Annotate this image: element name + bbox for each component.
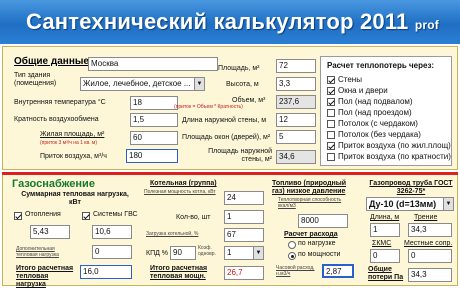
wall-length-label: Длина наружной стены, м [182, 117, 267, 124]
heatloss-item-label: Стены [338, 75, 362, 84]
heatloss-item-label: Потолок (с чердаком) [338, 119, 418, 128]
local-resist-output: 0 [408, 249, 452, 263]
calorific-label: Теплотворная способность ккал/м3 [278, 197, 342, 209]
app-title: Сантехнический калькулятор 2011 prof [26, 9, 439, 34]
pipe-title: Газопровод труба ГОСТ 3262-75* [369, 180, 453, 195]
outer-wall-area-output: 34,6 [276, 150, 316, 164]
area-label: Площадь, м² [218, 65, 260, 72]
kpd-input[interactable]: 90 [170, 246, 196, 260]
living-area-input[interactable]: 60 [130, 131, 178, 145]
coef-label: Коэф. одновр. [198, 245, 216, 257]
heatloss-checkbox[interactable] [327, 120, 335, 128]
total-power-output: 26,7 [224, 266, 264, 280]
gas-heading: Газоснабжение [12, 178, 95, 190]
boiler-power-label: Полезная мощность котла, кВт [144, 189, 216, 195]
outer-wall-area-label: Площадь наружной стены, м² [208, 148, 272, 163]
kpd-label: КПД % [146, 250, 169, 257]
heating-label: Отопления [25, 211, 61, 218]
heatloss-checkbox[interactable] [327, 131, 335, 139]
total-loss-output: 34,3 [408, 268, 452, 282]
length-input[interactable]: 1 [370, 223, 400, 237]
heatloss-title: Расчет теплопотерь через: [327, 61, 435, 70]
app-header: Сантехнический калькулятор 2011 prof [0, 0, 460, 44]
boiler-count-label: Кол-во, шт [176, 214, 211, 221]
local-sum-label: ΣКМС [372, 240, 392, 247]
friction-label: Трение [414, 214, 438, 221]
heatloss-checkbox[interactable] [327, 109, 335, 117]
heating-checkbox[interactable] [14, 212, 22, 220]
heatloss-item-label: Пол (над подвалом) [338, 97, 413, 106]
heatloss-checkbox[interactable] [327, 87, 335, 95]
local-resist-label: Местные сопр. [404, 240, 453, 247]
building-type-select[interactable]: Жилое, лечебное, детское ... ▼ [80, 77, 205, 91]
air-inflow-output: 180 [126, 149, 178, 163]
boiler-title: Котельная (группа) [150, 180, 217, 187]
living-area-label: Жилая площадь, м² [40, 131, 105, 138]
heatloss-checkbox[interactable] [327, 142, 335, 150]
heatloss-item-label: Приток воздуха (по кратности) [338, 152, 451, 161]
length-label: Длина, м [370, 214, 400, 221]
window-area-input[interactable]: 5 [276, 130, 316, 144]
air-exchange-input[interactable]: 1,5 [130, 113, 178, 127]
by-power-radio[interactable] [288, 252, 296, 260]
consumption-title: Расчет расхода [284, 231, 338, 238]
hws-label: Системы ГВС [93, 211, 138, 218]
calorific-input[interactable]: 8000 [298, 214, 348, 228]
heatloss-item-label: Окна и двери [338, 86, 388, 95]
inner-temp-label: Внутренняя температура °С [14, 99, 106, 106]
heatloss-item-label: Потолок (без чердака) [338, 130, 421, 139]
wall-length-input[interactable]: 12 [276, 113, 316, 127]
local-sum-input[interactable]: 0 [370, 249, 400, 263]
building-type-label: Тип здания (помещения) [14, 72, 57, 87]
by-load-label: по нагрузке [298, 240, 336, 247]
height-input[interactable]: 3,3 [276, 77, 316, 91]
air-inflow-label: Приток воздуха, м³/ч [40, 153, 107, 160]
app-edition: prof [414, 18, 439, 32]
extra-load-label: Дополнительная тепловая нагрузка [16, 246, 59, 258]
hourly-label: Часовой расход, н.м3/ч [276, 265, 315, 277]
boiler-count-input[interactable]: 1 [224, 210, 264, 224]
by-load-radio[interactable] [288, 241, 296, 249]
pipe-size-select[interactable]: Ду-10 (d=13мм) ▼ [366, 197, 454, 211]
heatloss-checkbox[interactable] [327, 153, 335, 161]
chevron-down-icon[interactable]: ▼ [253, 247, 263, 259]
hourly-output: 2,87 [322, 264, 354, 278]
hws-checkbox[interactable] [82, 212, 90, 220]
by-power-label: по мощности [298, 251, 341, 258]
area-input[interactable]: 72 [276, 59, 316, 73]
living-area-hint: (приток 3 м³/ч на 1 кв. м) [40, 140, 98, 146]
friction-output: 34,3 [408, 223, 452, 237]
air-exchange-label: Кратность воздухообмена [14, 116, 99, 123]
hws-load-output: 10,6 [92, 225, 132, 239]
volume-hint: (приток = Объем * Кратность) [174, 104, 243, 110]
chevron-down-icon[interactable]: ▼ [443, 198, 453, 210]
fuel-title: Топливо (природный газ) низкое давление [272, 180, 347, 195]
total-loss-label: Общие потери Па [368, 266, 404, 281]
window-area-label: Площадь окон (дверей), м² [182, 134, 271, 141]
coef-select[interactable]: 1 ▼ [224, 246, 264, 260]
general-heading: Общие данные [14, 56, 89, 67]
pipe-size-value: Ду-10 (d=13мм) [369, 199, 437, 209]
extra-load-input[interactable]: 0 [92, 245, 132, 259]
volume-output: 237,6 [276, 95, 316, 109]
coef-value: 1 [227, 248, 232, 257]
building-type-value: Жилое, лечебное, детское ... [83, 79, 191, 88]
city-input[interactable]: Москва [88, 57, 218, 71]
heatloss-item-label: Пол (над проездом) [338, 108, 412, 117]
boiler-load-output: 67 [224, 228, 264, 242]
total-calc-label: Итого расчетная тепловая нагрузка [16, 265, 74, 288]
heatloss-item-label: Приток воздуха (по жил.площ) [338, 141, 451, 150]
total-load-title: Суммарная тепловая нагрузка, кВт [21, 191, 129, 206]
heating-load-output: 5,43 [30, 225, 70, 239]
height-label: Высота, м [226, 81, 259, 88]
boiler-power-input[interactable]: 24 [224, 191, 264, 205]
section-divider [2, 172, 458, 175]
total-power-label: Итого расчетная тепловая мощн. [150, 265, 208, 280]
heatloss-checkbox[interactable] [327, 76, 335, 84]
inner-temp-input[interactable]: 18 [130, 96, 178, 110]
heatloss-checkbox[interactable] [327, 98, 335, 106]
boiler-load-label: Загрузка котельной, % [146, 231, 199, 237]
total-calc-output: 16,0 [80, 265, 132, 279]
chevron-down-icon[interactable]: ▼ [194, 78, 204, 90]
